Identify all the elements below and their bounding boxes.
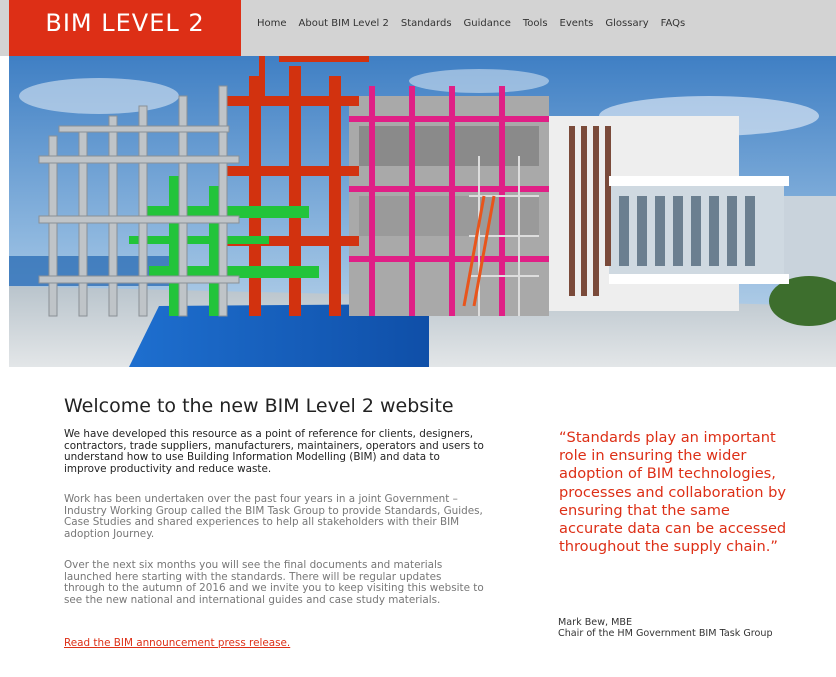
working-group-paragraph: Work has been undertaken over the past f… — [64, 493, 483, 540]
nav-home[interactable]: Home — [257, 18, 287, 29]
press-release-link[interactable]: Read the BIM announcement press release. — [64, 637, 290, 649]
quote-text: “Standards play an important role in ens… — [559, 429, 787, 556]
nav-events[interactable]: Events — [560, 18, 594, 29]
quote-author-role: Chair of the HM Government BIM Task Grou… — [558, 627, 773, 639]
upcoming-paragraph: Over the next six months you will see th… — [64, 559, 484, 606]
nav-tools[interactable]: Tools — [523, 18, 548, 29]
intro-paragraph: We have developed this resource as a poi… — [64, 428, 484, 475]
top-navigation-bar: BIM LEVEL 2 Home About BIM Level 2 Stand… — [0, 0, 836, 56]
main-nav: Home About BIM Level 2 Standards Guidanc… — [257, 10, 685, 36]
hero-building-illustration — [9, 56, 836, 367]
nav-guidance[interactable]: Guidance — [464, 18, 511, 29]
nav-glossary[interactable]: Glossary — [605, 18, 648, 29]
nav-standards[interactable]: Standards — [401, 18, 452, 29]
nav-faqs[interactable]: FAQs — [661, 18, 686, 29]
site-logo[interactable]: BIM LEVEL 2 — [9, 0, 241, 56]
nav-about-bim-level-2[interactable]: About BIM Level 2 — [299, 18, 389, 29]
quote-attribution: Mark Bew, MBE Chair of the HM Government… — [558, 617, 798, 640]
page-title: Welcome to the new BIM Level 2 website — [64, 395, 454, 417]
